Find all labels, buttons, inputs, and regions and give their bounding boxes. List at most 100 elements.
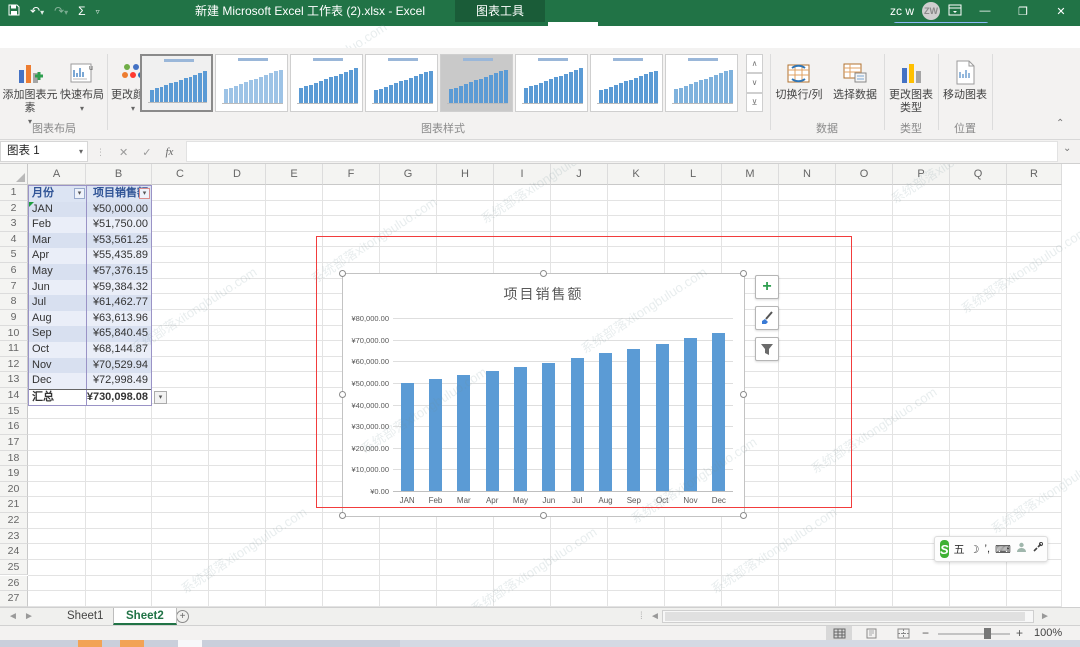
column-header-F[interactable]: F (323, 164, 380, 185)
gallery-more-icon[interactable]: ⊻ (746, 93, 763, 112)
table-row-Mar[interactable]: Mar¥53,561.25 (29, 233, 151, 249)
sheet-tab-Sheet2[interactable]: Sheet2 (113, 608, 177, 625)
select-all-corner[interactable] (0, 164, 28, 185)
punctuation-icon[interactable]: ’, (985, 543, 991, 555)
zoom-in-icon[interactable]: + (1016, 626, 1023, 640)
formula-input[interactable] (186, 141, 1058, 162)
hscroll-left-icon[interactable]: ◄ (650, 608, 660, 625)
row-header-25[interactable]: 25 (0, 560, 28, 576)
row-header-27[interactable]: 27 (0, 591, 28, 607)
data-table[interactable]: 月份项目销售额▾▾JAN¥50,000.00Feb¥51,750.00Mar¥5… (28, 185, 152, 406)
table-row-Jul[interactable]: Jul¥61,462.77 (29, 295, 151, 311)
keyboard-icon[interactable]: ⌨ (995, 543, 1011, 556)
chart-style-thumbnail-6[interactable] (515, 54, 588, 112)
row-header-1[interactable]: 1 (0, 185, 28, 201)
row-header-5[interactable]: 5 (0, 247, 28, 263)
row-header-8[interactable]: 8 (0, 294, 28, 310)
sales-filter-icon[interactable]: ▾ (139, 188, 150, 199)
restore-button[interactable]: ❐ (1008, 0, 1038, 22)
splitter-grip-icon[interactable]: ⁞ (640, 608, 643, 625)
table-row-Apr[interactable]: Apr¥55,435.89 (29, 248, 151, 264)
row-header-21[interactable]: 21 (0, 497, 28, 513)
bar-Jul[interactable] (571, 358, 584, 491)
zoom-out-icon[interactable]: − (922, 626, 929, 640)
close-button[interactable]: ✕ (1046, 0, 1076, 22)
chart-selection-handle[interactable] (339, 512, 346, 519)
sheet-tab-Sheet1[interactable]: Sheet1 (55, 608, 116, 625)
row-header-26[interactable]: 26 (0, 576, 28, 592)
table-row-JAN[interactable]: JAN¥50,000.00 (29, 202, 151, 218)
row-header-10[interactable]: 10 (0, 326, 28, 342)
row-header-13[interactable]: 13 (0, 372, 28, 388)
move-chart-button[interactable]: 移动图表 (940, 52, 990, 128)
name-box[interactable]: 图表 1▾ (0, 141, 88, 162)
chart-style-thumbnail-5[interactable] (440, 54, 513, 112)
sheet-nav-left-icon[interactable]: ◄ (8, 608, 18, 625)
chart-selection-handle[interactable] (540, 512, 547, 519)
column-header-Q[interactable]: Q (950, 164, 1007, 185)
month-filter-icon[interactable]: ▾ (74, 188, 85, 199)
gallery-scroll-up-icon[interactable]: ∧ (746, 54, 763, 73)
normal-view-button[interactable] (826, 626, 852, 640)
bar-Oct[interactable] (656, 344, 669, 491)
column-header-I[interactable]: I (494, 164, 551, 185)
moon-icon[interactable]: ☽ (970, 543, 980, 556)
chart-styles-button[interactable] (755, 306, 779, 330)
column-header-M[interactable]: M (722, 164, 779, 185)
chart-selection-handle[interactable] (740, 512, 747, 519)
bar-Jun[interactable] (542, 363, 555, 491)
add-chart-element-button[interactable]: 添加图表元素▾ (2, 52, 58, 128)
sheet-nav-right-icon[interactable]: ► (24, 608, 34, 625)
row-header-19[interactable]: 19 (0, 466, 28, 482)
horizontal-scrollbar[interactable] (662, 610, 1034, 623)
column-header-N[interactable]: N (779, 164, 836, 185)
zoom-slider-track[interactable] (938, 633, 1010, 635)
bar-Apr[interactable] (486, 371, 499, 491)
row-header-2[interactable]: 2 (0, 201, 28, 217)
bar-Feb[interactable] (429, 379, 442, 491)
total-row-dropdown-icon[interactable]: ▾ (154, 391, 167, 404)
autosum-button[interactable]: Σ (78, 4, 85, 18)
table-row-Jun[interactable]: Jun¥59,384.32 (29, 280, 151, 296)
bar-Aug[interactable] (599, 353, 612, 491)
table-header-row[interactable]: 月份项目销售额▾▾ (29, 186, 151, 202)
column-header-H[interactable]: H (437, 164, 494, 185)
row-header-3[interactable]: 3 (0, 216, 28, 232)
select-data-button[interactable]: 选择数据 (828, 52, 882, 128)
zoom-level[interactable]: 100% (1034, 627, 1062, 639)
chart-style-thumbnail-1[interactable] (140, 54, 213, 112)
column-header-P[interactable]: P (893, 164, 950, 185)
table-row-Oct[interactable]: Oct¥68,144.87 (29, 342, 151, 358)
gallery-scroll-down-icon[interactable]: ∨ (746, 73, 763, 92)
ime-toolbar[interactable]: S 五 ☽ ’, ⌨ (934, 536, 1048, 562)
column-header-J[interactable]: J (551, 164, 608, 185)
name-box-dropdown-icon[interactable]: ▾ (79, 142, 83, 161)
chart-style-thumbnail-8[interactable] (665, 54, 738, 112)
chart-title[interactable]: 项目销售额 (343, 284, 744, 304)
chart-selection-handle[interactable] (740, 391, 747, 398)
table-row-Aug[interactable]: Aug¥63,613.96 (29, 311, 151, 327)
chart-style-thumbnail-7[interactable] (590, 54, 663, 112)
undo-button[interactable]: ↶▾ (30, 4, 44, 18)
bar-May[interactable] (514, 367, 527, 491)
bar-Sep[interactable] (627, 349, 640, 491)
user-name[interactable]: zc w (890, 4, 914, 18)
column-header-G[interactable]: G (380, 164, 437, 185)
column-header-C[interactable]: C (152, 164, 209, 185)
bar-Dec[interactable] (712, 333, 725, 491)
table-total-row[interactable]: 汇总¥730,098.08 (29, 389, 151, 405)
ribbon-display-options-icon[interactable] (948, 4, 962, 19)
table-row-May[interactable]: May¥57,376.15 (29, 264, 151, 280)
save-icon[interactable] (8, 4, 20, 19)
row-header-15[interactable]: 15 (0, 404, 28, 420)
table-row-Feb[interactable]: Feb¥51,750.00 (29, 217, 151, 233)
column-header-R[interactable]: R (1007, 164, 1062, 185)
chart-filters-button[interactable] (755, 337, 779, 361)
new-sheet-button[interactable]: + (176, 610, 189, 623)
collapse-ribbon-icon[interactable]: ⌃ (1056, 118, 1064, 129)
chart-elements-button[interactable]: + (755, 275, 779, 299)
column-header-D[interactable]: D (209, 164, 266, 185)
row-header-12[interactable]: 12 (0, 357, 28, 373)
insert-function-icon[interactable]: fx (165, 146, 173, 158)
hscroll-right-icon[interactable]: ► (1040, 608, 1050, 625)
